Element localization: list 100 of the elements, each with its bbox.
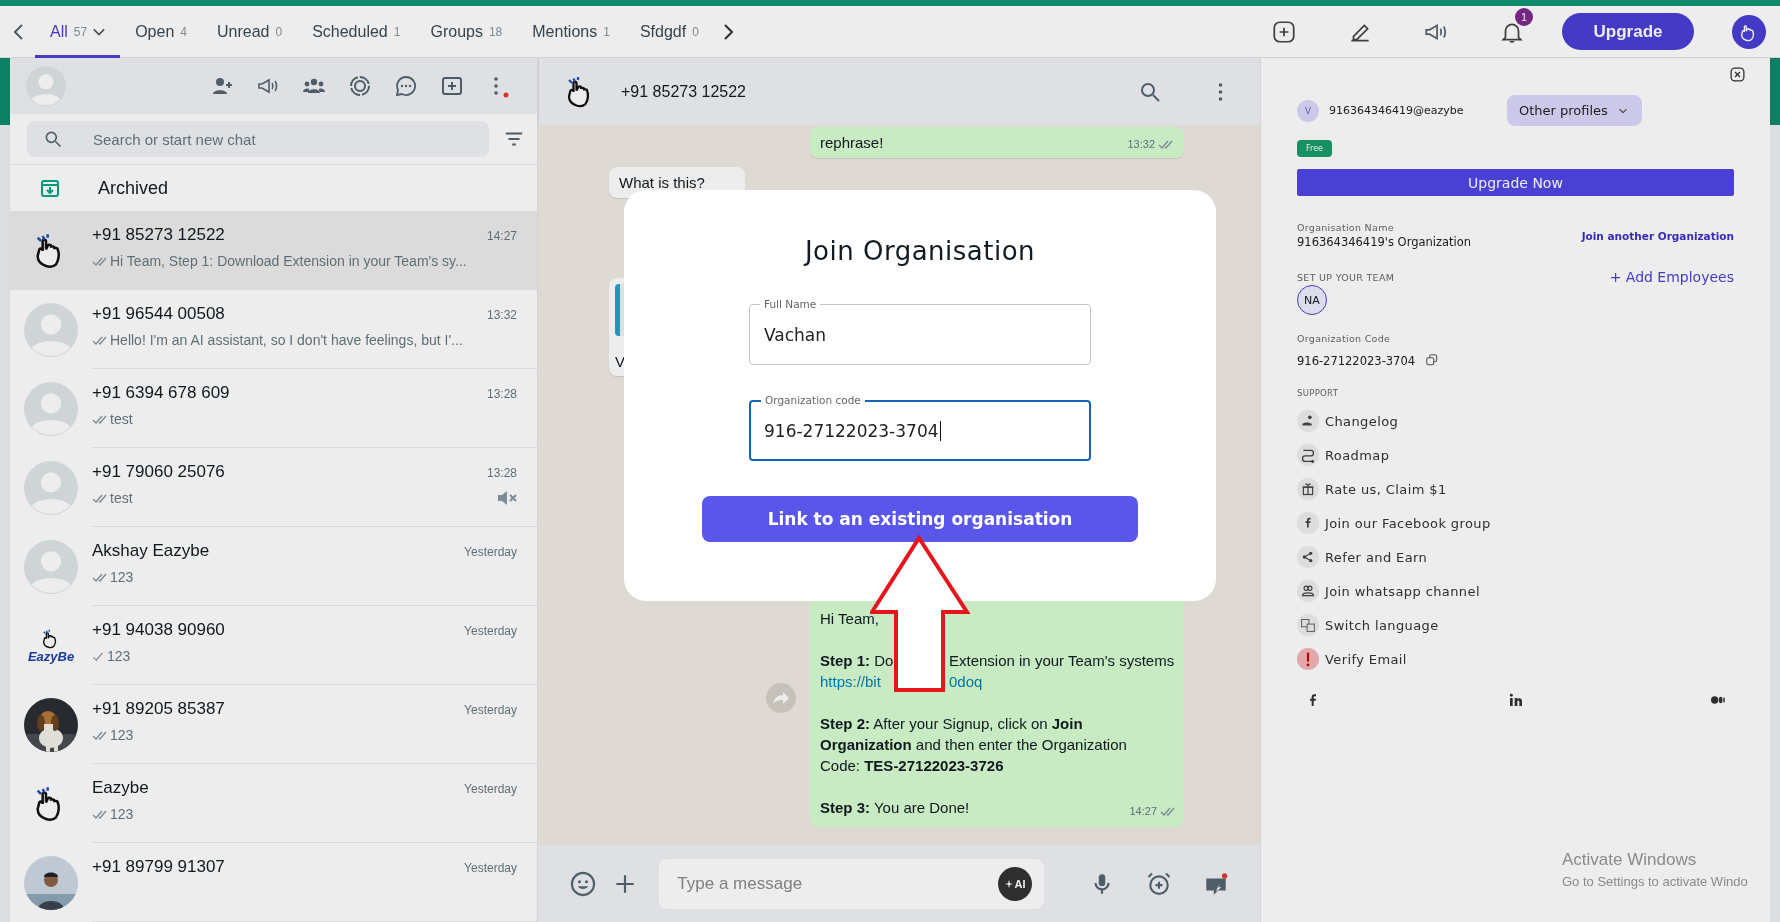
social-link[interactable] bbox=[1507, 692, 1524, 708]
chevron-right-icon bbox=[724, 23, 734, 40]
close-icon bbox=[1729, 66, 1746, 83]
contact-name: Eazybe bbox=[92, 778, 149, 798]
default-avatar-icon bbox=[24, 539, 78, 594]
message-preview: 123 bbox=[107, 648, 132, 664]
notification-badge: 1 bbox=[1515, 7, 1533, 26]
support-link[interactable]: Rate us, Claim $1 bbox=[1297, 474, 1734, 504]
chat-time: Yesterday bbox=[464, 624, 517, 638]
filter-tab[interactable]: Unread 0 bbox=[201, 5, 298, 58]
message-text: Step 3: You are Done! bbox=[820, 798, 970, 818]
route-icon bbox=[1297, 444, 1319, 466]
more-icon bbox=[1217, 82, 1223, 101]
chat-list-item[interactable]: +91 79060 25076 13:28 test bbox=[10, 448, 537, 527]
back-button[interactable] bbox=[14, 23, 23, 40]
message-link[interactable]: 0doq bbox=[949, 671, 983, 692]
profiles-dropdown[interactable]: Other profiles bbox=[1507, 95, 1642, 126]
chat-list-item[interactable]: +91 6394 678 609 13:28 test bbox=[10, 369, 537, 448]
default-avatar-icon bbox=[26, 66, 66, 107]
message-text: Step 1: Do bbox=[820, 652, 894, 669]
field-label: Organization code bbox=[761, 393, 865, 407]
support-link[interactable]: Refer and Earn bbox=[1297, 542, 1734, 572]
caret-icon[interactable] bbox=[93, 27, 106, 36]
chat-list-item[interactable]: +91 89205 85387 Yesterday 123 bbox=[10, 685, 537, 764]
forward-icon bbox=[773, 691, 789, 704]
chevron-left-icon bbox=[14, 23, 23, 40]
message-preview: 123 bbox=[110, 806, 135, 822]
filter-tab[interactable]: Open 4 bbox=[120, 5, 202, 58]
message-field[interactable]: Type a message AI bbox=[659, 858, 1044, 909]
message-text: Hi Team, bbox=[820, 609, 879, 629]
chat-list-item[interactable]: +91 96544 00508 13:32 Hello! I'm an AI assistant, so I don't have feelings, but I'... bbox=[10, 290, 537, 369]
section-label: SET UP YOUR TEAM bbox=[1297, 271, 1395, 283]
support-link[interactable]: Verify Email bbox=[1297, 644, 1734, 674]
search-field[interactable]: Search or start new chat bbox=[27, 121, 489, 158]
support-link[interactable]: Roadmap bbox=[1297, 440, 1734, 470]
contact-name: +91 96544 00508 bbox=[92, 304, 225, 324]
logo-text: EazyBe bbox=[27, 650, 75, 663]
copy-icon[interactable] bbox=[1425, 353, 1440, 367]
plan-badge: Free bbox=[1297, 140, 1332, 157]
member-avatar[interactable]: NA bbox=[1297, 285, 1327, 315]
chat-time: 13:28 bbox=[486, 466, 517, 480]
message-preview: test bbox=[110, 411, 134, 427]
add-employees-link[interactable]: + Add Employees bbox=[1609, 269, 1734, 285]
chat-list-item[interactable]: +91 85273 12522 14:27 Hi Team, Step 1: Download Extension in your Team's sy... bbox=[10, 211, 537, 290]
field-label: Organization Code bbox=[1297, 333, 1392, 344]
section-label: SUPPORT bbox=[1297, 388, 1340, 398]
support-link[interactable]: Join whatsapp channel bbox=[1297, 576, 1734, 606]
contact-name: Akshay Eazybe bbox=[92, 541, 210, 561]
chat-list-item[interactable]: EazyBe +91 94038 90960 Yesterday 123 bbox=[10, 606, 537, 685]
organization-code: 916-27122023-3704 bbox=[1297, 354, 1416, 368]
people-icon bbox=[1297, 580, 1319, 602]
status-icon bbox=[348, 74, 372, 99]
filter-tab[interactable]: Scheduled 1 bbox=[297, 5, 416, 58]
chat-time: 13:28 bbox=[486, 387, 517, 401]
upgrade-now-button[interactable]: Upgrade Now bbox=[1297, 169, 1734, 196]
chat-title: +91 85273 12522 bbox=[621, 82, 746, 101]
share-icon bbox=[1297, 546, 1319, 568]
message-text: V bbox=[615, 353, 626, 370]
filter-tab[interactable]: Groups 18 bbox=[415, 5, 518, 58]
chat-time: Yesterday bbox=[464, 545, 517, 559]
activation-hint: Go to Settings to activate Windo bbox=[1562, 874, 1748, 889]
default-avatar-icon bbox=[24, 460, 78, 515]
emoji-icon bbox=[568, 869, 597, 898]
search-icon bbox=[43, 129, 63, 150]
filter-tab[interactable]: Sfdgdf 0 bbox=[624, 5, 714, 58]
contact-name: +91 85273 12522 bbox=[92, 225, 225, 245]
support-link[interactable]: Changelog bbox=[1297, 406, 1734, 436]
filter-tab[interactable]: Mentions 1 bbox=[517, 5, 625, 58]
contact-name: +91 6394 678 609 bbox=[92, 383, 230, 403]
person-wave-icon bbox=[1297, 410, 1319, 432]
support-link[interactable]: Join our Facebook group bbox=[1297, 508, 1734, 538]
add-box-icon bbox=[1271, 18, 1297, 45]
ai-button[interactable]: AI bbox=[997, 866, 1032, 901]
message-preview: 123 bbox=[110, 727, 135, 743]
message-text: rephrase! bbox=[820, 134, 884, 151]
chat-list-item[interactable]: +91 89799 91307 Yesterday bbox=[10, 843, 537, 922]
message-preview: Hi Team, Step 1: Download Extension in your Team's sy... bbox=[110, 253, 468, 269]
dialog-title: Join Organisation bbox=[804, 236, 1036, 266]
linkedin-icon bbox=[1507, 692, 1524, 708]
upgrade-button[interactable]: Upgrade bbox=[1562, 13, 1694, 50]
message-time: 13:32 bbox=[1127, 138, 1155, 150]
contact-name: +91 94038 90960 bbox=[92, 620, 225, 640]
message-time: 14:27 bbox=[1129, 803, 1157, 819]
link-organisation-button[interactable]: Link to an existing organisation bbox=[702, 496, 1138, 542]
chat-icon bbox=[394, 74, 418, 99]
contact-name: +91 79060 25076 bbox=[92, 462, 225, 482]
contact-name: +91 89799 91307 bbox=[92, 857, 225, 877]
account-avatar: V bbox=[1297, 99, 1319, 122]
facebook-icon bbox=[1297, 512, 1319, 534]
profile-avatar[interactable] bbox=[1732, 14, 1766, 49]
support-link[interactable]: Switch language bbox=[1297, 610, 1734, 640]
message-link[interactable]: https://bit bbox=[820, 673, 881, 690]
join-organization-link[interactable]: Join another Organization bbox=[1581, 229, 1734, 242]
message-text: Extension in your Team's systems bbox=[949, 651, 1175, 671]
chat-time: Yesterday bbox=[464, 782, 517, 796]
close-button[interactable] bbox=[1729, 66, 1746, 83]
field-label: Organisation Name bbox=[1297, 222, 1395, 233]
message-preview: test bbox=[110, 490, 134, 506]
chat-list-item[interactable]: Akshay Eazybe Yesterday 123 bbox=[10, 527, 537, 606]
chat-list-item[interactable]: Eazybe Yesterday 123 bbox=[10, 764, 537, 843]
